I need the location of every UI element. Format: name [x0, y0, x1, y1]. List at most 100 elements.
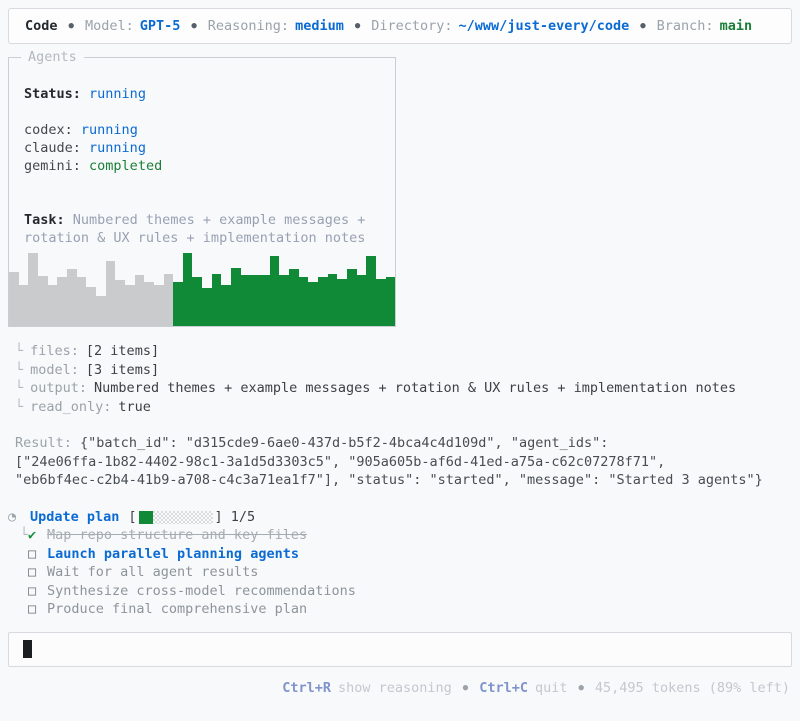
- activity-bar: [318, 277, 328, 326]
- plan-progress-fraction: 1/5: [230, 508, 256, 525]
- clock-icon: ◔: [8, 508, 17, 525]
- activity-bar: [289, 269, 299, 326]
- tree-branch-icon: └: [15, 343, 24, 359]
- checkbox-icon: □: [28, 564, 37, 581]
- activity-bar: [260, 275, 270, 326]
- branch-label: Branch:: [656, 18, 714, 34]
- plan-progress-bar: [138, 510, 213, 524]
- model-label: Model:: [84, 18, 134, 34]
- result-label: Result:: [15, 434, 72, 451]
- plan-item-label: Launch parallel planning agents: [47, 545, 299, 562]
- task-label: Task:: [24, 212, 65, 228]
- agent-name: claude:: [24, 140, 81, 156]
- tree-value: Numbered themes + example messages + rot…: [94, 380, 737, 397]
- activity-bar: [192, 277, 203, 326]
- result-line: "eb6bf4ec-c2b4-41b9-a708-c4c3a71ea1f7"],…: [15, 472, 763, 489]
- activity-bar: [173, 281, 183, 326]
- status-bar: Code ● Model: GPT-5 ● Reasoning: medium …: [8, 8, 792, 44]
- activity-bar: [144, 281, 154, 326]
- result-line: ["24e06ffa-1b82-4402-98c1-3a1d5d3303c5",…: [15, 453, 666, 470]
- plan-section: ◔ Update plan [ ] 1/5 └ ✔ Map repo struc…: [8, 508, 800, 619]
- activity-bar: [153, 284, 164, 326]
- activity-bar: [240, 275, 251, 326]
- agent-row: gemini: completed: [24, 157, 380, 175]
- activity-bar: [385, 277, 396, 326]
- activity-bar: [279, 275, 290, 326]
- agents-status-line: Status: running: [24, 85, 380, 103]
- agent-row: claude: running: [24, 139, 380, 157]
- tree-row: └ files: [2 items]: [15, 342, 800, 361]
- agent-name: gemini:: [24, 158, 81, 174]
- directory-label: Directory:: [371, 18, 453, 34]
- activity-bar: [308, 281, 318, 326]
- activity-bar: [66, 269, 77, 326]
- tree-row: └ read_only: true: [15, 398, 800, 417]
- checkbox-icon: □: [28, 582, 37, 599]
- plan-item-label: Map repo structure and key files: [47, 527, 308, 544]
- result-text: {"batch_id": "d315cde9-6ae0-437d-b5f2-4b…: [80, 434, 609, 451]
- plan-item: □ Launch parallel planning agents: [8, 545, 800, 564]
- activity-bar: [86, 286, 96, 326]
- activity-bar: [337, 278, 347, 326]
- agent-status: running: [89, 140, 146, 156]
- shortcut-label: quit: [534, 679, 568, 696]
- separator-dot-icon: ●: [68, 21, 74, 31]
- plan-items: └ ✔ Map repo structure and key files □ L…: [8, 526, 800, 619]
- plan-item-label: Synthesize cross-model recommendations: [47, 582, 356, 599]
- separator-dot-icon: ●: [191, 21, 197, 31]
- branch-value: main: [719, 18, 753, 34]
- tree-value: [3 items]: [85, 361, 160, 378]
- tree-row: └ model: [3 items]: [15, 361, 800, 380]
- activity-bar: [327, 273, 338, 326]
- text-cursor: [23, 640, 32, 659]
- activity-bar: [231, 267, 241, 326]
- result-line: Result: {"batch_id": "d315cde9-6ae0-437d…: [15, 434, 786, 453]
- tree-value: true: [118, 399, 151, 416]
- activity-bar: [221, 284, 232, 326]
- tool-result-block: Result: {"batch_id": "d315cde9-6ae0-437d…: [15, 434, 786, 490]
- agent-status: completed: [89, 158, 163, 174]
- model-value: GPT-5: [139, 18, 181, 34]
- tree-key: files:: [30, 343, 79, 359]
- tool-args-tree: └ files: [2 items] └ model: [3 items] └ outpu…: [15, 342, 800, 417]
- plan-item: └ ✔ Map repo structure and key files: [8, 526, 800, 545]
- separator-dot-icon: ●: [354, 21, 361, 31]
- plan-item-label: Produce final comprehensive plan: [47, 601, 308, 618]
- activity-bar: [375, 278, 386, 326]
- activity-bar: [346, 269, 357, 326]
- progress-bracket-close: ]: [214, 508, 223, 525]
- plan-title: Update plan: [30, 508, 120, 525]
- directory-value: ~/www/just-every/code: [458, 18, 630, 34]
- plan-item: □ Wait for all agent results: [8, 563, 800, 582]
- agent-row: codex: running: [24, 121, 380, 139]
- checkmark-icon: ✔: [28, 527, 37, 544]
- agents-panel: Agents Status: running codex: running cl…: [8, 49, 396, 327]
- token-usage: 45,495 tokens (89% left): [594, 679, 790, 696]
- task-text: Numbered themes + example messages + rot…: [24, 212, 366, 246]
- activity-bar: [269, 256, 280, 326]
- activity-bar: [298, 277, 309, 326]
- activity-bar: [95, 295, 106, 326]
- checkbox-icon: □: [28, 601, 37, 618]
- tree-branch-icon: └: [15, 361, 24, 378]
- agents-panel-body: Status: running codex: running claude: r…: [9, 58, 395, 247]
- checkbox-icon: □: [28, 545, 37, 562]
- activity-bar: [115, 280, 125, 326]
- app-name: Code: [25, 18, 58, 34]
- tree-key: output:: [30, 380, 88, 397]
- tree-branch-icon: └: [20, 527, 29, 544]
- tree-value: [2 items]: [85, 343, 160, 359]
- activity-bar: [76, 277, 87, 326]
- status-value: running: [89, 86, 146, 102]
- plan-item: □ Synthesize cross-model recommendations: [8, 582, 800, 601]
- shortcut-key: Ctrl+C: [479, 679, 528, 696]
- tree-key: model:: [30, 361, 79, 378]
- activity-bar: [28, 253, 38, 326]
- message-input[interactable]: [8, 631, 792, 667]
- plan-progress-fill: [138, 510, 154, 524]
- progress-bracket-open: [: [128, 508, 137, 525]
- activity-bar: [250, 275, 261, 326]
- activity-bar: [18, 284, 29, 326]
- separator-dot-icon: ●: [462, 682, 469, 693]
- activity-bar: [211, 273, 222, 326]
